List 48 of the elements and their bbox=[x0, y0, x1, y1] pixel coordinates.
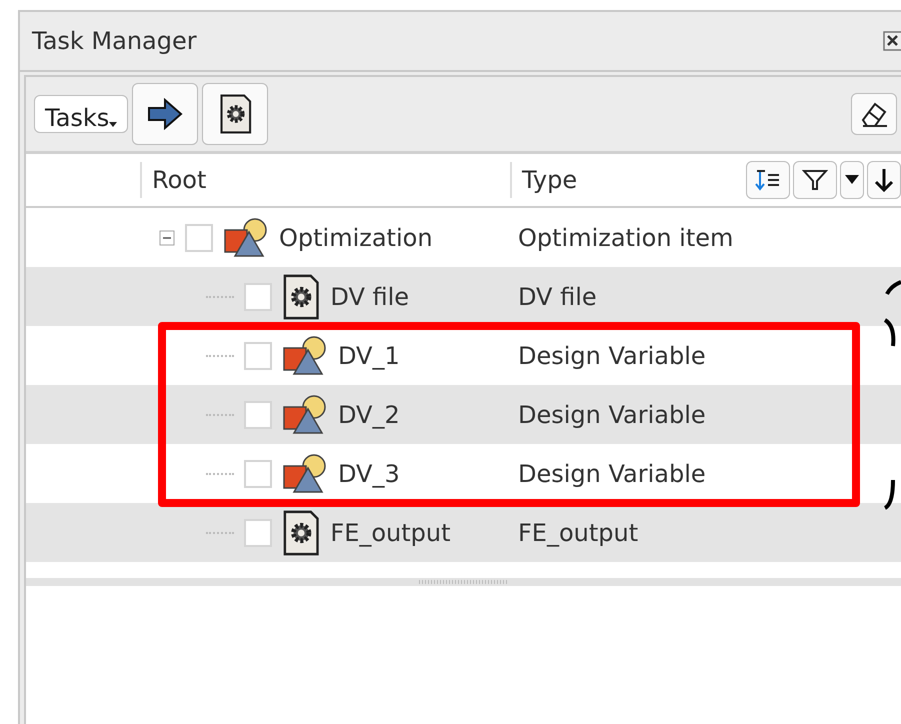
tree-item-label[interactable]: DV_2 bbox=[338, 400, 400, 428]
checkbox[interactable] bbox=[185, 224, 213, 252]
checkbox[interactable] bbox=[244, 282, 272, 310]
run-button[interactable] bbox=[132, 83, 198, 145]
checkbox[interactable] bbox=[244, 342, 272, 370]
window-title: Task Manager bbox=[32, 27, 197, 55]
checkbox[interactable] bbox=[244, 400, 272, 428]
tree-item-label[interactable]: DV_3 bbox=[338, 460, 400, 488]
collapse-icon[interactable] bbox=[159, 230, 175, 246]
type-cell: Design Variable bbox=[518, 460, 706, 488]
checkbox[interactable] bbox=[244, 518, 272, 546]
gear-document-button[interactable] bbox=[202, 83, 268, 145]
tree-item-label[interactable]: DV file bbox=[330, 282, 410, 310]
type-cell: Optimization item bbox=[518, 224, 734, 252]
sort-list-icon bbox=[755, 169, 781, 191]
column-header[interactable]: Root bbox=[140, 162, 510, 198]
tree-row[interactable]: DV file DV file bbox=[26, 267, 901, 326]
tree-row[interactable]: FE_output FE_output bbox=[26, 503, 901, 562]
filter-button[interactable] bbox=[793, 161, 837, 199]
caret-icon bbox=[845, 175, 859, 185]
caret-icon bbox=[109, 122, 118, 128]
type-cell: Design Variable bbox=[518, 400, 706, 428]
gear-document-icon bbox=[282, 272, 320, 320]
shapes-icon bbox=[223, 218, 269, 258]
eraser-button[interactable] bbox=[851, 93, 897, 135]
tree-item-label[interactable]: DV_1 bbox=[338, 342, 400, 370]
tree-row[interactable]: DV_2 Design Variable bbox=[26, 385, 901, 444]
arrow-down-icon bbox=[873, 167, 895, 193]
tree-item-label[interactable]: FE_output bbox=[330, 518, 451, 546]
type-cell: DV file bbox=[518, 282, 597, 310]
shapes-icon bbox=[282, 394, 328, 434]
tasks-dropdown[interactable]: Tasks bbox=[34, 95, 128, 133]
type-cell: FE_output bbox=[518, 518, 638, 546]
gear-document-icon bbox=[282, 508, 320, 556]
gear-document-icon bbox=[218, 93, 252, 135]
sort-button[interactable] bbox=[746, 161, 790, 199]
shapes-icon bbox=[282, 454, 328, 494]
down-button[interactable] bbox=[867, 161, 901, 199]
close-icon[interactable] bbox=[883, 31, 901, 51]
tree-item-label[interactable]: Optimization bbox=[279, 224, 433, 252]
type-cell: Design Variable bbox=[518, 342, 706, 370]
arrow-right-icon bbox=[147, 98, 184, 130]
eraser-icon bbox=[859, 100, 889, 128]
filter-icon bbox=[802, 169, 828, 191]
shapes-icon bbox=[282, 336, 328, 376]
column-header[interactable]: Type bbox=[510, 162, 710, 198]
checkbox[interactable] bbox=[244, 460, 272, 488]
dropdown-button[interactable] bbox=[840, 161, 864, 199]
